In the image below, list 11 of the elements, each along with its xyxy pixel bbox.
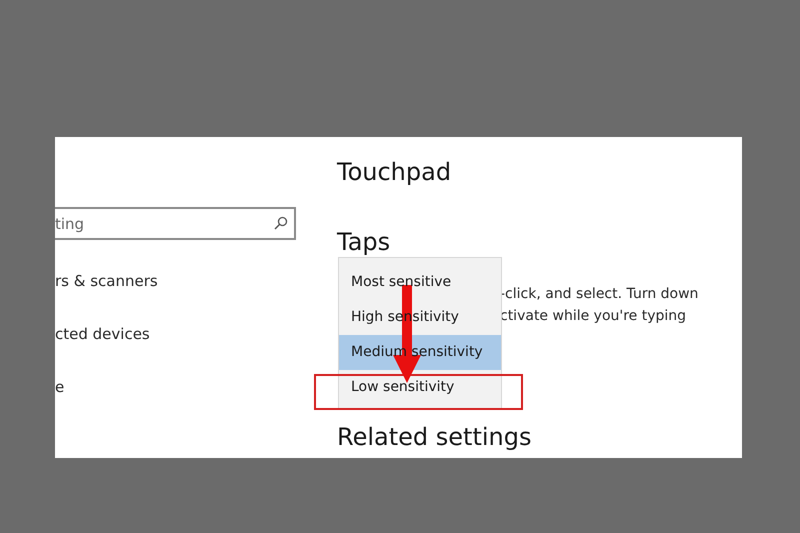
search-icon [274,216,288,230]
dropdown-option[interactable]: Most sensitive [339,265,501,300]
page-title: Touchpad [337,157,452,187]
search-field[interactable]: ting [55,207,296,240]
description-text: -click, and select. Turn down ctivate while you're typing [500,285,700,326]
dropdown-option[interactable]: Low sensitivity [339,370,501,405]
section-heading: Taps [337,227,392,257]
sidebar-item[interactable]: e [55,375,337,399]
sidebar-item[interactable]: cted devices [55,322,337,346]
sidebar-item[interactable]: rs & scanners [55,269,337,293]
section-heading: Related settings [337,422,532,452]
